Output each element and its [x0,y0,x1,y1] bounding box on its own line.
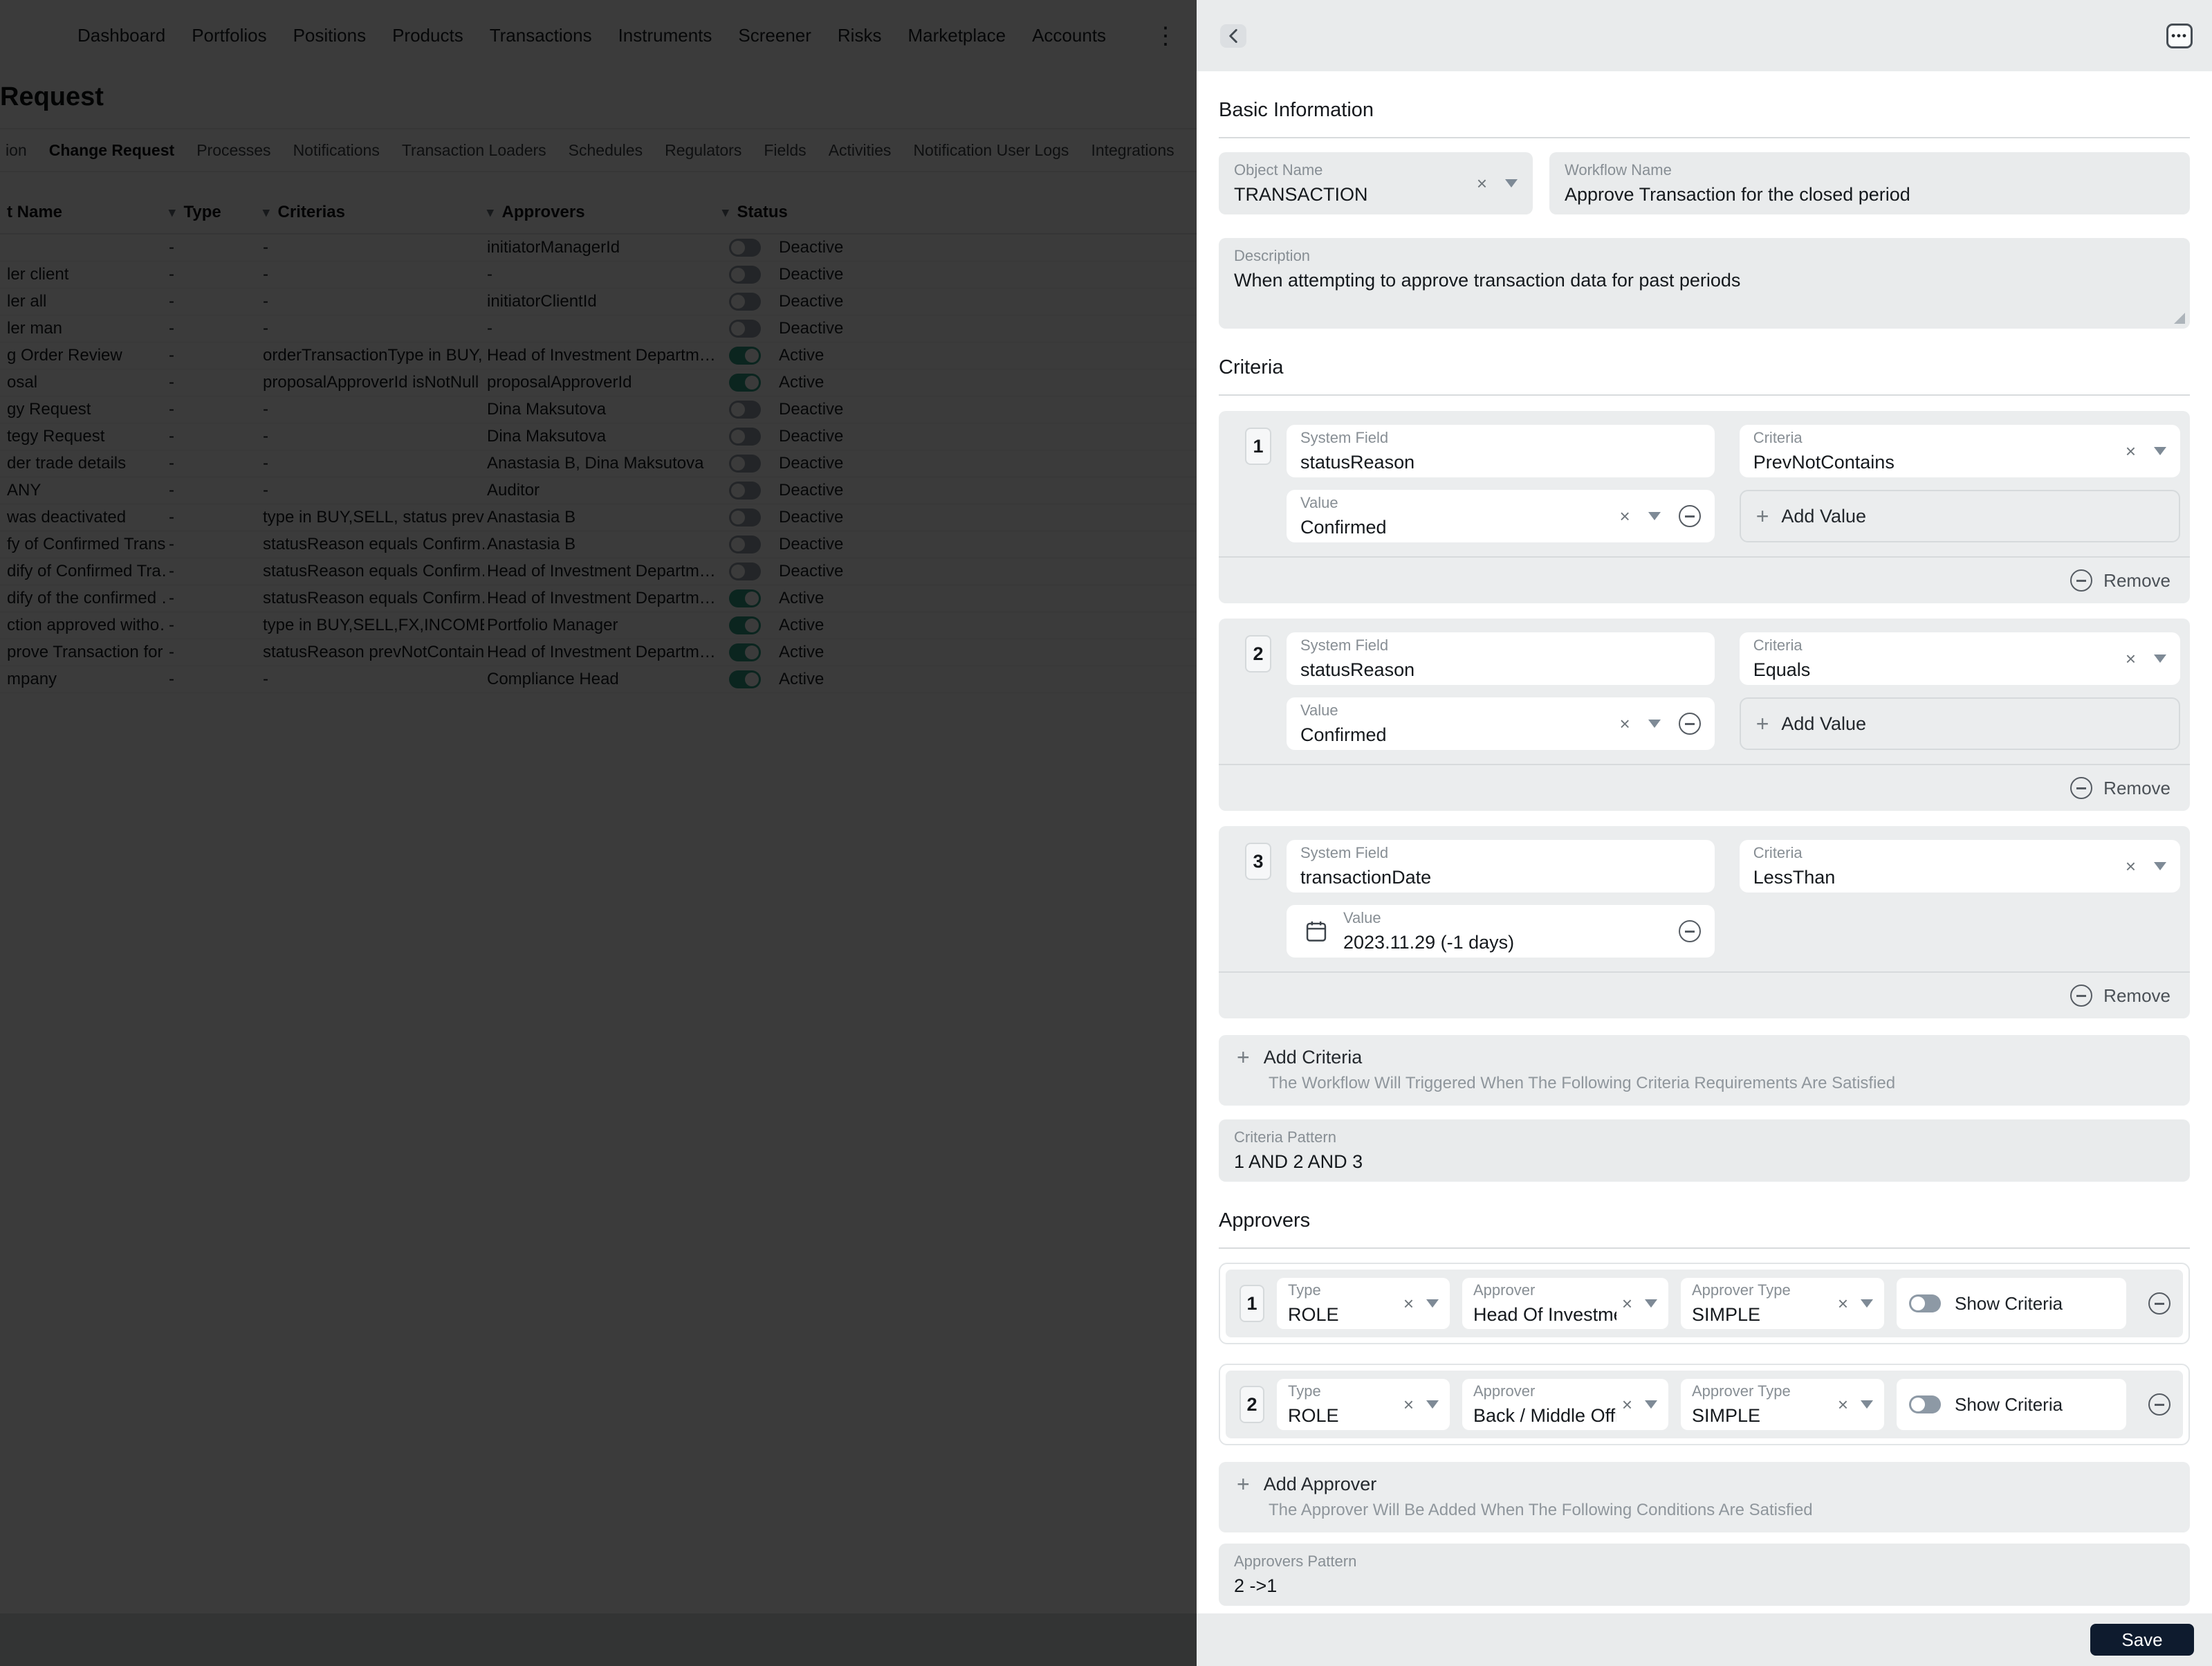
remove-criteria-button[interactable]: Remove [1287,973,2180,1018]
clear-icon[interactable]: × [1403,1294,1414,1312]
remove-criteria-button[interactable]: Remove [1287,765,2180,811]
add-criteria-hint: The Workflow Will Triggered When The Fol… [1269,1074,2172,1093]
chevron-down-icon[interactable] [2154,862,2166,870]
section-basic-information: Basic Information [1219,99,2190,122]
criteria-select[interactable]: Criteria LessThan × [1740,840,2180,892]
remove-criteria-button[interactable]: Remove [1287,558,2180,603]
minus-circle-icon [2070,569,2092,592]
chevron-down-icon[interactable] [1426,1299,1439,1308]
criteria-select[interactable]: Criteria Equals × [1740,632,2180,685]
remove-approver-icon[interactable] [2148,1292,2170,1315]
section-criteria: Criteria [1219,356,2190,379]
show-criteria-toggle-box: Show Criteria [1897,1278,2126,1329]
remove-approver-icon[interactable] [2148,1393,2170,1416]
modal-dim-overlay[interactable] [0,0,1197,1666]
workflow-editor-panel: ••• Basic Information Object Name TRANSA… [1197,0,2212,1666]
clear-icon[interactable]: × [1622,1395,1632,1413]
criteria-number: 1 [1245,428,1271,465]
approvers-pattern-input[interactable]: Approvers Pattern 2 ->1 [1219,1544,2190,1606]
approver-type-role-select[interactable]: Type ROLE × [1277,1379,1450,1430]
plus-icon: + [1756,505,1769,527]
workflow-name-input[interactable]: Workflow Name Approve Transaction for th… [1549,152,2190,214]
clear-icon[interactable]: × [1838,1294,1848,1312]
approver-select[interactable]: Approver Head Of Investme… × [1462,1278,1668,1329]
section-approvers: Approvers [1219,1209,2190,1232]
clear-icon[interactable]: × [1622,1294,1632,1312]
more-options-button[interactable]: ••• [2166,24,2193,48]
clear-icon[interactable]: × [1838,1395,1848,1413]
remove-value-icon[interactable] [1679,505,1701,527]
save-button[interactable]: Save [2090,1624,2194,1656]
add-criteria-button[interactable]: + Add Criteria The Workflow Will Trigger… [1219,1035,2190,1106]
add-value-button[interactable]: + Add Value [1740,697,2180,750]
add-approver-hint: The Approver Will Be Added When The Foll… [1269,1501,2172,1520]
minus-circle-icon [2070,777,2092,799]
show-criteria-toggle-box: Show Criteria [1897,1379,2126,1430]
calendar-icon [1306,920,1327,942]
criteria-card-3: 3 System Field transactionDate Criteria … [1219,826,2190,1018]
plus-icon: + [1237,1473,1250,1495]
plus-icon: + [1756,713,1769,735]
add-value-button[interactable]: + Add Value [1740,490,2180,542]
clear-icon[interactable]: × [1403,1395,1414,1413]
divider [1219,394,2190,396]
clear-icon[interactable]: × [2126,650,2136,668]
criteria-number: 3 [1245,843,1271,880]
chevron-left-icon [1228,29,1239,43]
clear-icon[interactable]: × [1477,174,1487,192]
criteria-select[interactable]: Criteria PrevNotContains × [1740,425,2180,477]
value-select[interactable]: Value Confirmed × [1287,697,1715,750]
chevron-down-icon[interactable] [1505,179,1518,187]
value-select[interactable]: Value Confirmed × [1287,490,1715,542]
show-criteria-toggle[interactable] [1909,1395,1941,1413]
clear-icon[interactable]: × [2126,857,2136,875]
minus-circle-icon [2070,985,2092,1007]
criteria-pattern-input[interactable]: Criteria Pattern 1 AND 2 AND 3 [1219,1119,2190,1182]
panel-header: ••• [1197,0,2212,71]
criteria-card-1: 1 System Field statusReason Criteria Pre… [1219,411,2190,603]
approver-number: 1 [1239,1285,1264,1322]
chevron-down-icon[interactable] [1645,1400,1657,1409]
chevron-down-icon[interactable] [2154,447,2166,455]
clear-icon[interactable]: × [1620,507,1630,525]
toggle-knob [1911,1297,1925,1310]
approver-mode-select[interactable]: Approver Type SIMPLE × [1681,1278,1884,1329]
approver-mode-select[interactable]: Approver Type SIMPLE × [1681,1379,1884,1430]
approver-card-1: 1 Type ROLE × Approver Head Of Investme… [1219,1263,2190,1344]
toggle-knob [1911,1398,1925,1411]
object-name-select[interactable]: Object Name TRANSACTION × [1219,152,1533,214]
clear-icon[interactable]: × [1620,715,1630,733]
approver-number: 2 [1239,1386,1264,1423]
panel-footer: Save [1197,1613,2212,1666]
approver-card-2: 2 Type ROLE × Approver Back / Middle Off… [1219,1364,2190,1445]
chevron-down-icon[interactable] [1426,1400,1439,1409]
clear-icon[interactable]: × [2126,442,2136,460]
chevron-down-icon[interactable] [1861,1299,1873,1308]
back-button[interactable] [1220,24,1246,48]
system-field-input[interactable]: System Field transactionDate [1287,840,1715,892]
divider [1219,137,2190,138]
system-field-input[interactable]: System Field statusReason [1287,632,1715,685]
chevron-down-icon[interactable] [1861,1400,1873,1409]
remove-value-icon[interactable] [1679,713,1701,735]
chevron-down-icon[interactable] [1648,512,1661,520]
date-value-picker[interactable]: Value 2023.11.29 (-1 days) [1287,905,1715,958]
remove-value-icon[interactable] [1679,920,1701,942]
chevron-down-icon[interactable] [1648,720,1661,728]
description-textarea[interactable]: Description When attempting to approve t… [1219,238,2190,329]
approver-select[interactable]: Approver Back / Middle Offic… × [1462,1379,1668,1430]
divider [1219,1247,2190,1249]
show-criteria-toggle[interactable] [1909,1294,1941,1312]
criteria-number: 2 [1245,635,1271,672]
chevron-down-icon[interactable] [1645,1299,1657,1308]
approver-type-role-select[interactable]: Type ROLE × [1277,1278,1450,1329]
plus-icon: + [1237,1046,1250,1068]
empty-slot [1740,905,2180,958]
chevron-down-icon[interactable] [2154,654,2166,663]
panel-body: Basic Information Object Name TRANSACTIO… [1197,71,2212,1613]
system-field-input[interactable]: System Field statusReason [1287,425,1715,477]
add-approver-button[interactable]: + Add Approver The Approver Will Be Adde… [1219,1462,2190,1532]
criteria-card-2: 2 System Field statusReason Criteria Equ… [1219,619,2190,811]
